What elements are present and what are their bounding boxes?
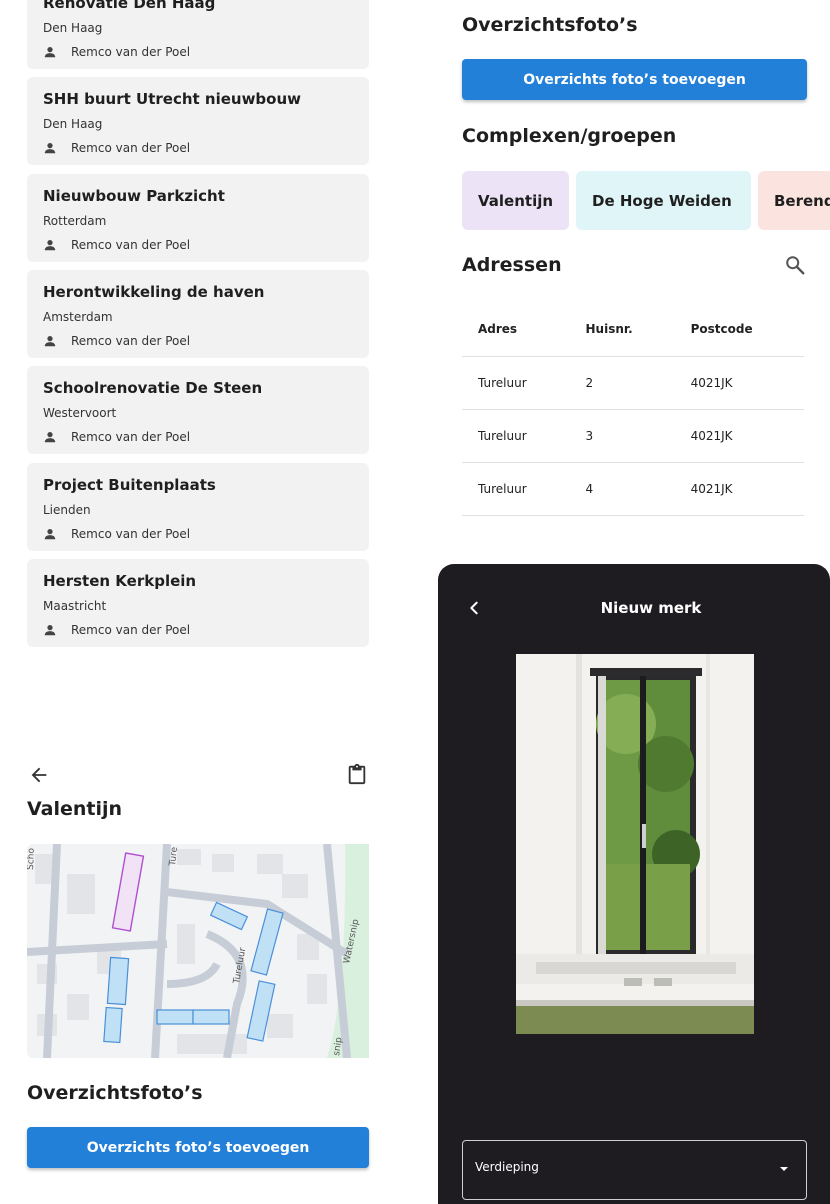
table-cell: 4021JK (674, 462, 804, 516)
back-arrow-icon[interactable] (28, 764, 50, 786)
complex-map[interactable]: Scho Ture Tureluur Watersnip snip (27, 844, 369, 1058)
table-cell: 4021JK (674, 356, 804, 410)
project-owner: Remco van der Poel (43, 527, 190, 541)
project-city: Den Haag (43, 21, 103, 35)
complex-chip-de-hoge-weiden[interactable]: De Hoge Weiden (576, 171, 751, 230)
floor-select-label: Verdieping (475, 1160, 539, 1174)
column-header[interactable]: Postcode (674, 302, 804, 357)
owner-name: Remco van der Poel (71, 238, 191, 252)
person-icon (44, 625, 56, 636)
project-owner: Remco van der Poel (43, 238, 190, 252)
project-card[interactable]: Schoolrenovatie De Steen Westervoort Rem… (27, 366, 369, 454)
table-row[interactable]: Tureluur 3 4021JK (462, 409, 804, 463)
project-card[interactable]: SHH buurt Utrecht nieuwbouw Den Haag Rem… (27, 77, 369, 165)
project-owner: Remco van der Poel (43, 334, 190, 348)
overview-photos-title: Overzichtsfoto’s (462, 14, 638, 36)
addresses-title: Adressen (462, 254, 562, 276)
project-city: Den Haag (43, 117, 103, 131)
project-owner: Remco van der Poel (43, 141, 190, 155)
table-cell: Tureluur (462, 462, 570, 516)
complex-chip-berend[interactable]: Berend (758, 171, 830, 230)
project-title: Schoolrenovatie De Steen (43, 379, 263, 397)
project-card[interactable]: Nieuwbouw Parkzicht Rotterdam Remco van … (27, 174, 369, 262)
project-title: Project Buitenplaats (43, 476, 216, 494)
table-cell: Tureluur (462, 356, 570, 410)
overview-photos-title: Overzichtsfoto’s (27, 1082, 203, 1104)
person-icon (44, 432, 56, 443)
project-title: Nieuwbouw Parkzicht (43, 187, 225, 205)
map-label: Ture (168, 846, 180, 867)
person-icon (44, 143, 56, 154)
project-owner: Remco van der Poel (43, 430, 190, 444)
complex-chip-valentijn[interactable]: Valentijn (462, 171, 569, 230)
complexes-title: Complexen/groepen (462, 125, 677, 147)
project-card[interactable]: Renovatie Den Haag Den Haag Remco van de… (27, 0, 369, 69)
dropdown-arrow-icon (780, 1167, 788, 1171)
column-header[interactable]: Adres (462, 302, 570, 357)
owner-name: Remco van der Poel (71, 623, 191, 637)
person-icon (44, 47, 56, 58)
search-icon[interactable] (784, 254, 806, 276)
map-label: Scho (27, 847, 37, 870)
table-cell: 4021JK (674, 409, 804, 463)
project-title: SHH buurt Utrecht nieuwbouw (43, 90, 302, 108)
project-city: Amsterdam (43, 310, 113, 324)
project-city: Lienden (43, 503, 91, 517)
add-overview-photos-button[interactable]: Overzichts foto’s toevoegen (27, 1127, 369, 1168)
addresses-table: Adres Huisnr. Postcode Tureluur 2 4021JK… (462, 302, 804, 516)
table-header-row: Adres Huisnr. Postcode (462, 302, 804, 357)
project-city: Rotterdam (43, 214, 107, 228)
table-cell: 2 (569, 356, 675, 410)
project-owner: Remco van der Poel (43, 45, 190, 59)
table-cell: 4 (569, 462, 675, 516)
owner-name: Remco van der Poel (71, 45, 191, 59)
table-cell: 3 (569, 409, 675, 463)
person-icon (44, 240, 56, 251)
project-owner: Remco van der Poel (43, 623, 190, 637)
window-photo[interactable] (516, 654, 754, 1034)
project-city: Maastricht (43, 599, 107, 613)
project-title: Herontwikkeling de haven (43, 283, 265, 301)
project-title: Hersten Kerkplein (43, 572, 197, 590)
complex-title: Valentijn (27, 798, 123, 820)
add-overview-photos-button[interactable]: Overzichts foto’s toevoegen (462, 59, 807, 100)
project-city: Westervoort (43, 406, 117, 420)
project-card[interactable]: Herontwikkeling de haven Amsterdam Remco… (27, 270, 369, 358)
new-brand-title: Nieuw merk (600, 599, 702, 617)
table-row[interactable]: Tureluur 4 4021JK (462, 462, 804, 516)
column-header[interactable]: Huisnr. (569, 302, 675, 357)
owner-name: Remco van der Poel (71, 334, 191, 348)
owner-name: Remco van der Poel (71, 141, 191, 155)
clipboard-icon[interactable] (346, 762, 368, 786)
person-icon (44, 336, 56, 347)
owner-name: Remco van der Poel (71, 527, 191, 541)
project-card[interactable]: Project Buitenplaats Lienden Remco van d… (27, 463, 369, 551)
table-cell: Tureluur (462, 409, 570, 463)
project-card[interactable]: Hersten Kerkplein Maastricht Remco van d… (27, 559, 369, 647)
floor-select[interactable]: Verdieping (462, 1140, 807, 1200)
table-row[interactable]: Tureluur 2 4021JK (462, 356, 804, 410)
person-icon (44, 529, 56, 540)
project-title: Renovatie Den Haag (43, 0, 216, 12)
owner-name: Remco van der Poel (71, 430, 191, 444)
